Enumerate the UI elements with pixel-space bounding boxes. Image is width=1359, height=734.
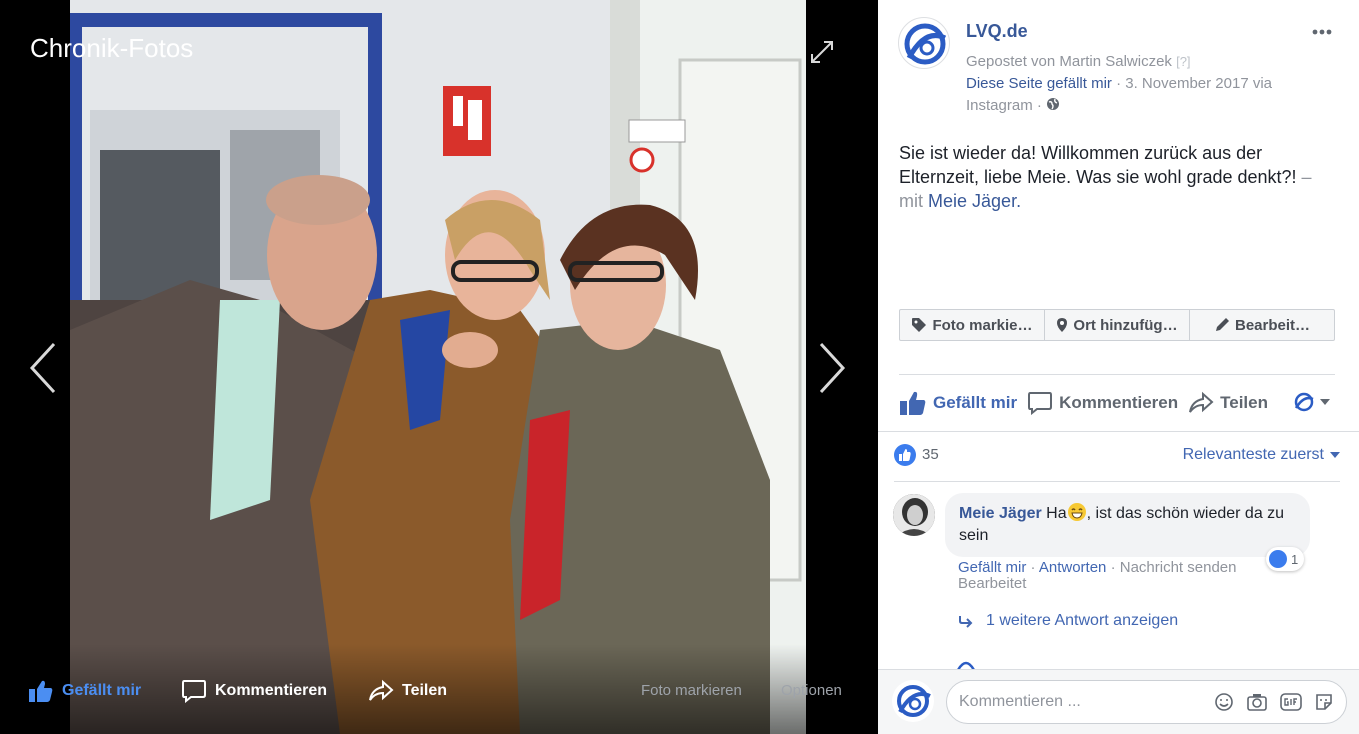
- comment-icon: [1028, 392, 1053, 415]
- viewer-tag-photo-link[interactable]: Foto markieren: [641, 682, 742, 699]
- comment-input[interactable]: Kommentieren ...: [946, 680, 1347, 724]
- like-label: Gefällt mir: [933, 393, 1018, 412]
- meta-separator-2: ·: [1036, 97, 1042, 114]
- expand-icon[interactable]: [808, 38, 836, 66]
- comment-sep-2: ·: [1110, 559, 1116, 576]
- viewer-title: Chronik-Fotos: [30, 33, 194, 63]
- share-button[interactable]: Teilen: [1188, 391, 1268, 415]
- comment-input-placeholder: Kommentieren ...: [959, 693, 1081, 710]
- photo-tools-bar: Foto markie… Ort hinzufüg… Bearbeit…: [899, 309, 1335, 341]
- emoji-picker-icon[interactable]: [1214, 692, 1234, 712]
- comment-actions: Gefällt mir · Antworten · Nachricht send…: [958, 560, 1328, 592]
- comment-like-link[interactable]: Gefällt mir: [958, 559, 1026, 576]
- like-button[interactable]: Gefällt mir: [899, 390, 1017, 416]
- post-message: Sie ist wieder da! Willkommen zurück aus…: [899, 143, 1297, 187]
- comment-composer: Kommentieren ...: [878, 669, 1359, 734]
- viewer-share-label: Teilen: [402, 682, 448, 699]
- page-like-link[interactable]: Diese Seite gefällt mir: [966, 75, 1112, 92]
- comment-label: Kommentieren: [1059, 393, 1179, 412]
- viewer-like-label: Gefällt mir: [62, 682, 142, 699]
- chevron-down-icon: [1330, 452, 1340, 458]
- comment-bubble: Meie Jäger Ha , ist das schön wieder da …: [945, 493, 1310, 557]
- grinning-emoji-icon: [1067, 503, 1086, 521]
- more-options-icon[interactable]: [1311, 25, 1333, 39]
- globe-privacy-icon[interactable]: [1046, 97, 1060, 111]
- photo[interactable]: [70, 0, 806, 734]
- divider-comments: [894, 481, 1340, 482]
- photo-illustration: [70, 0, 806, 734]
- post-source[interactable]: Instagram: [966, 97, 1033, 114]
- tag-icon: [912, 318, 927, 332]
- posted-by-text: Gepostet von Martin Salwiczek: [966, 53, 1172, 70]
- comment-author-link[interactable]: Meie Jäger: [959, 505, 1042, 522]
- divider-mid: [878, 431, 1359, 432]
- comment-edited-label[interactable]: Bearbeitet: [958, 575, 1026, 592]
- reply-arrow-icon: [959, 616, 973, 628]
- photo-viewer: Chronik-Fotos Gefällt mir Kommentieren T…: [0, 0, 878, 734]
- thumbs-up-icon: [900, 391, 926, 415]
- lvq-logo-icon: [1294, 392, 1314, 412]
- comment-sort-dropdown[interactable]: Relevanteste zuerst: [1183, 446, 1340, 464]
- post-text: Sie ist wieder da! Willkommen zurück aus…: [899, 141, 1329, 213]
- like-reaction-icon[interactable]: [894, 444, 916, 466]
- viewer-like-button[interactable]: Gefällt mir: [28, 679, 141, 703]
- camera-icon[interactable]: [1246, 692, 1268, 712]
- post-actions: Gefällt mir Kommentieren Teilen: [899, 383, 1335, 423]
- viewer-comment-button[interactable]: Kommentieren: [181, 679, 327, 703]
- viewer-options-link[interactable]: Optionen: [781, 682, 842, 699]
- meta-separator: ·: [1116, 75, 1122, 92]
- post-date[interactable]: 3. November 2017 via: [1125, 75, 1272, 92]
- tagged-person-link[interactable]: Meie Jäger: [928, 191, 1016, 211]
- comment-reply-link[interactable]: Antworten: [1039, 559, 1107, 576]
- add-location-button[interactable]: Ort hinzufüg…: [1045, 310, 1190, 340]
- post-meta: Gepostet von Martin Salwiczek [?] Diese …: [966, 51, 1326, 117]
- lvq-logo-icon: [904, 23, 947, 65]
- edit-label: Bearbeit…: [1234, 316, 1311, 334]
- comment-button[interactable]: Kommentieren: [1027, 391, 1178, 415]
- edit-button[interactable]: Bearbeit…: [1190, 310, 1334, 340]
- commenter-avatar[interactable]: [893, 494, 935, 536]
- page-avatar[interactable]: [898, 17, 950, 69]
- tag-photo-button[interactable]: Foto markie…: [900, 310, 1045, 340]
- comment-sort-label: Relevanteste zuerst: [1182, 446, 1324, 463]
- divider-top: [899, 374, 1335, 375]
- send-message-link[interactable]: Nachricht senden: [1120, 559, 1237, 576]
- commenter-photo: [893, 494, 935, 536]
- thumbs-up-mini-icon: [899, 449, 911, 461]
- lvq-logo-icon: [897, 685, 931, 717]
- share-label: Teilen: [1220, 393, 1268, 412]
- gif-icon[interactable]: [1280, 692, 1302, 712]
- viewer-share-button[interactable]: Teilen: [368, 679, 447, 703]
- show-more-replies-label: 1 weitere Antwort anzeigen: [986, 612, 1179, 629]
- share-icon: [1189, 391, 1214, 413]
- reaction-count[interactable]: 35: [922, 446, 939, 463]
- reactions-row: 35 Relevanteste zuerst: [894, 443, 1340, 469]
- composer-icons: [1214, 692, 1334, 712]
- sticker-icon[interactable]: [1314, 692, 1334, 712]
- comment-sep-1: ·: [1030, 559, 1036, 576]
- page-name-link[interactable]: LVQ.de: [966, 21, 1028, 42]
- composer-avatar: [892, 680, 934, 722]
- pencil-icon: [1215, 318, 1229, 331]
- identity-switcher[interactable]: [1293, 391, 1331, 413]
- location-pin-icon: [1057, 318, 1068, 332]
- viewer-comment-label: Kommentieren: [215, 682, 328, 699]
- tagged-suffix: .: [1016, 191, 1022, 211]
- next-photo-arrow-icon[interactable]: [817, 340, 849, 396]
- previous-photo-arrow-icon[interactable]: [26, 340, 58, 396]
- comment-text-start: Ha: [1046, 505, 1067, 522]
- thumbs-up-icon: [29, 680, 53, 702]
- post-side-panel: LVQ.de Gepostet von Martin Salwiczek [?]…: [878, 0, 1359, 734]
- add-location-label: Ort hinzufüg…: [1073, 316, 1178, 334]
- chevron-down-icon: [1320, 399, 1330, 405]
- show-more-replies[interactable]: 1 weitere Antwort anzeigen: [958, 612, 1178, 630]
- tag-photo-label: Foto markie…: [932, 316, 1033, 334]
- comment-icon: [182, 680, 206, 703]
- share-icon: [369, 679, 394, 701]
- help-marker[interactable]: [?]: [1176, 54, 1190, 69]
